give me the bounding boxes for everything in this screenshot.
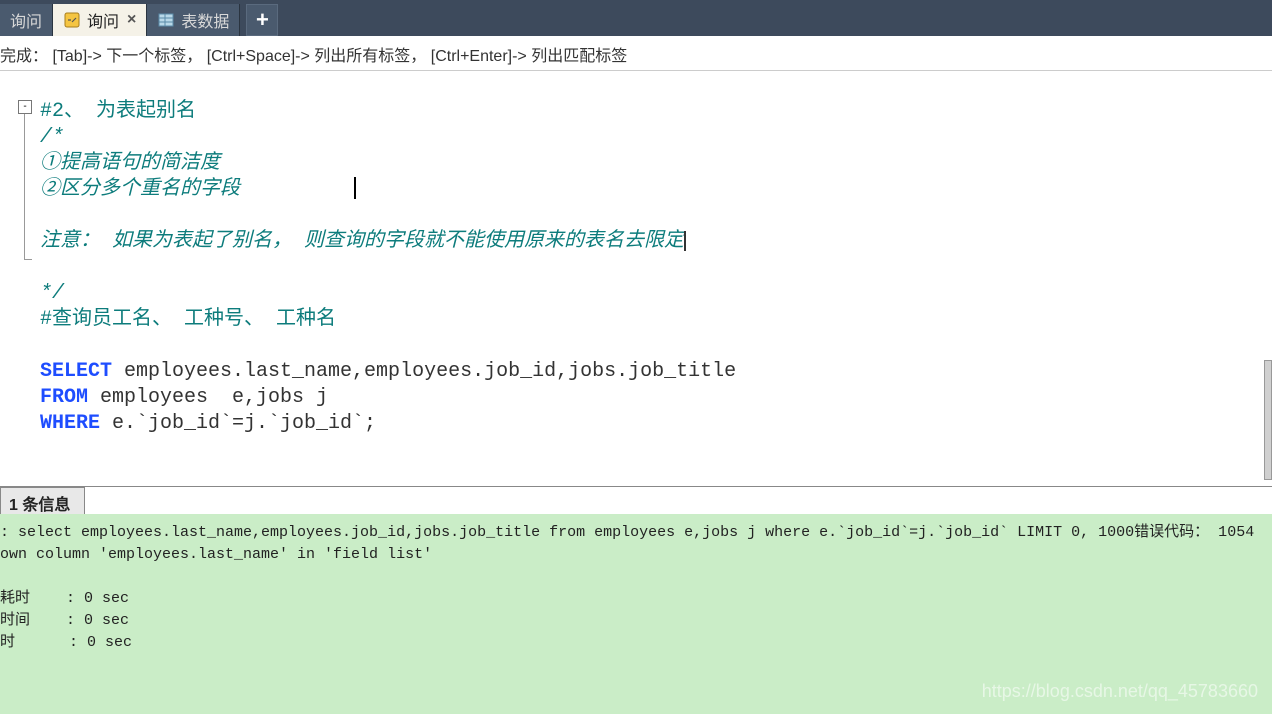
select-columns: employees.last_name,employees.job_id,job… [112,360,736,383]
tab-label: 表数据 [181,8,229,32]
text-caret [354,177,356,199]
table-icon [157,11,175,29]
code-line: #2、 为表起别名 [40,100,196,123]
messages-panel[interactable]: : select employees.last_name,employees.j… [0,514,1272,714]
msg-line: own column 'employees.last_name' in 'fie… [0,546,432,563]
code-content[interactable]: #2、 为表起别名 /* ①提高语句的简洁度 ②区分多个重名的字段 注意： 如果… [38,71,1272,486]
tab-label: 询问 [87,8,119,32]
code-line: ②区分多个重名的字段 [40,178,240,201]
msg-line: 时 : 0 sec [0,634,132,651]
tab-bar: 询问 询问 × 表数据 + [0,0,1272,36]
code-line: /* [40,126,64,149]
line-end-caret [684,231,686,251]
msg-line: 时间 : 0 sec [0,612,129,629]
autocomplete-hint: 完成： [Tab]-> 下一个标签， [Ctrl+Space]-> 列出所有标签… [0,36,1272,71]
tab-query-1[interactable]: 询问 × [53,4,147,36]
vertical-splitter[interactable] [1264,360,1272,480]
from-tables: employees e,jobs j [88,386,328,409]
fold-toggle[interactable]: - [18,100,32,114]
where-cond: e.`job_id`=j.`job_id`; [100,412,376,435]
kw-from: FROM [40,386,88,409]
msg-line: 耗时 : 0 sec [0,590,129,607]
sql-editor[interactable]: - #2、 为表起别名 /* ①提高语句的简洁度 ②区分多个重名的字段 注意： … [0,71,1272,486]
msg-line: : select employees.last_name,employees.j… [0,524,1254,541]
messages-tab-bar: 1 条信息 [0,486,1272,514]
code-line: ①提高语句的简洁度 [40,152,220,175]
kw-where: WHERE [40,412,100,435]
tab-query-0[interactable]: 询问 [0,4,53,36]
editor-gutter: - [0,71,38,486]
code-line: */ [40,282,64,305]
tab-label: 询问 [10,8,42,32]
tab-add-button[interactable]: + [246,4,278,36]
fold-guide-end [24,259,32,260]
fold-guide-line [24,114,25,260]
query-icon [63,11,81,29]
kw-select: SELECT [40,360,112,383]
tab-tabledata[interactable]: 表数据 [147,4,240,36]
watermark: https://blog.csdn.net/qq_45783660 [982,680,1258,702]
close-icon[interactable]: × [127,11,136,29]
code-line: #查询员工名、 工种号、 工种名 [40,308,336,331]
code-line: 注意： 如果为表起了别名， 则查询的字段就不能使用原来的表名去限定 [40,230,684,253]
messages-tab[interactable]: 1 条信息 [0,487,85,514]
